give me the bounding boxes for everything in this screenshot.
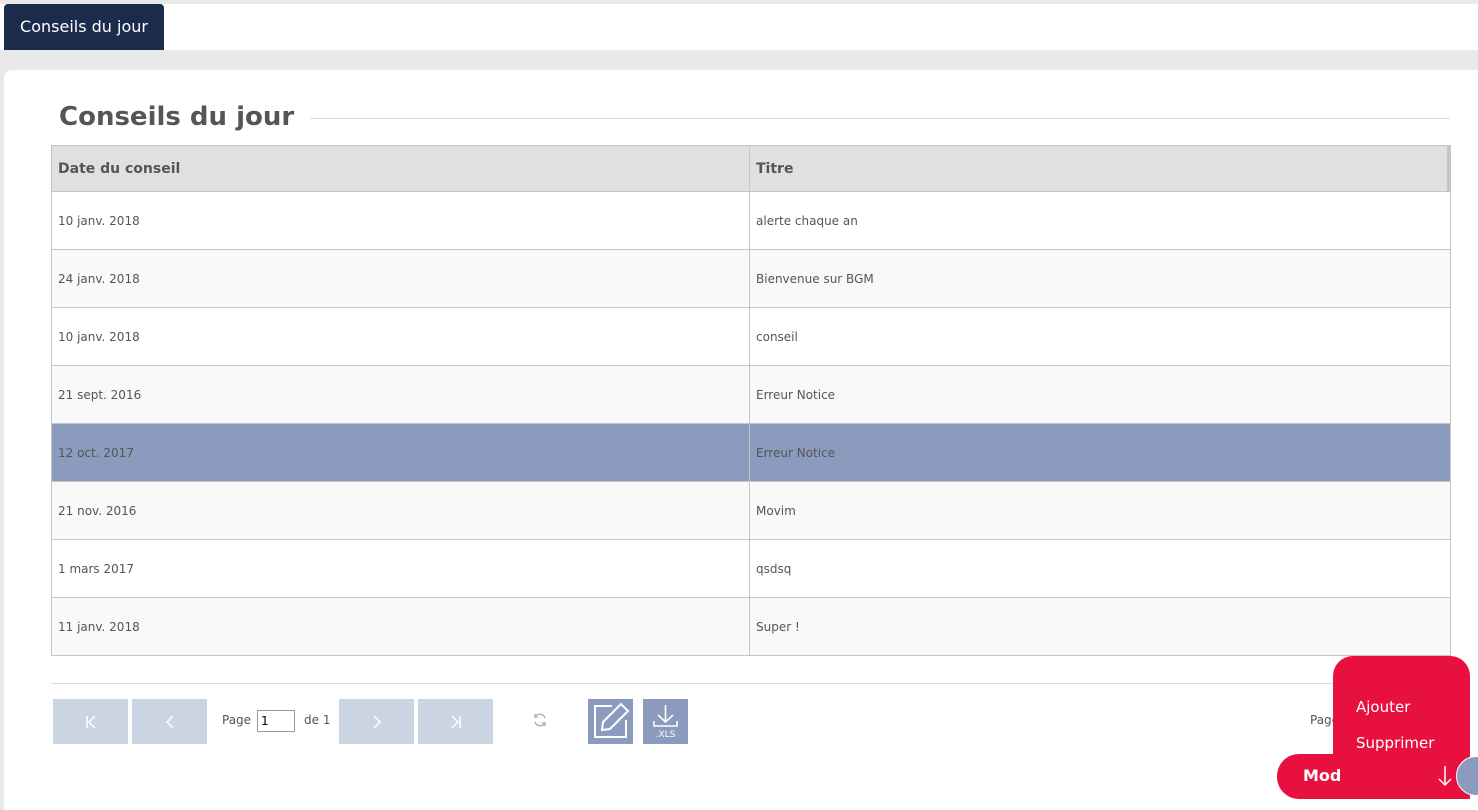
edit-icon bbox=[594, 702, 630, 738]
next-page-icon bbox=[372, 715, 381, 729]
table-row[interactable]: 12 oct. 2017 Erreur Notice bbox=[52, 424, 1450, 482]
cell-title: alerte chaque an bbox=[756, 214, 858, 228]
cell-date: 11 janv. 2018 bbox=[52, 598, 750, 655]
cell-title: Super ! bbox=[756, 620, 800, 634]
page-title: Conseils du jour bbox=[59, 100, 311, 134]
data-grid: Date du conseil Titre 10 janv. 2018 alert… bbox=[51, 145, 1451, 656]
cell-title: Movim bbox=[756, 504, 796, 518]
first-page-icon bbox=[85, 715, 96, 729]
cell-date: 21 sept. 2016 bbox=[52, 366, 750, 423]
cell-date: 24 janv. 2018 bbox=[52, 250, 750, 307]
prev-page-icon bbox=[165, 715, 174, 729]
table-row[interactable]: 21 nov. 2016 Movim bbox=[52, 482, 1450, 540]
table-row[interactable]: 10 janv. 2018 alerte chaque an bbox=[52, 192, 1450, 250]
grid-body: 10 janv. 2018 alerte chaque an 24 janv. 20… bbox=[52, 192, 1450, 656]
page-number-input[interactable] bbox=[257, 710, 295, 732]
previous-page-button[interactable] bbox=[132, 699, 207, 744]
refresh-button[interactable] bbox=[532, 712, 548, 732]
table-row[interactable]: 11 janv. 2018 Super ! bbox=[52, 598, 1450, 656]
table-row[interactable]: 10 janv. 2018 conseil bbox=[52, 308, 1450, 366]
column-header-title[interactable]: Titre bbox=[750, 146, 1450, 191]
last-page-icon bbox=[450, 715, 461, 729]
page-label: Page bbox=[222, 713, 252, 727]
cell-title: Erreur Notice bbox=[756, 446, 836, 460]
modify-fab-button[interactable]: Mod bbox=[1277, 754, 1470, 799]
next-page-button[interactable] bbox=[339, 699, 414, 744]
export-xls-button[interactable]: .XLS bbox=[643, 699, 688, 744]
cell-title: Bienvenue sur BGM bbox=[756, 272, 874, 286]
menu-item-ajouter[interactable]: Ajouter bbox=[1356, 698, 1410, 716]
title-row: Conseils du jour bbox=[59, 100, 1450, 134]
cell-date: 10 janv. 2018 bbox=[52, 308, 750, 365]
first-page-button[interactable] bbox=[53, 699, 128, 744]
cell-title: Erreur Notice bbox=[756, 388, 836, 402]
refresh-icon bbox=[534, 713, 546, 727]
xls-label: .XLS bbox=[655, 730, 676, 740]
cell-date: 12 oct. 2017 bbox=[52, 424, 750, 481]
menu-item-supprimer[interactable]: Supprimer bbox=[1356, 734, 1434, 752]
table-row[interactable]: 24 janv. 2018 Bienvenue sur BGM bbox=[52, 250, 1450, 308]
cell-date: 1 mars 2017 bbox=[52, 540, 750, 597]
main-panel: Conseils du jour Date du conseil Titre 1… bbox=[4, 70, 1478, 810]
top-tab-bar: Conseils du jour bbox=[0, 4, 1478, 50]
cell-title: qsdsq bbox=[756, 562, 792, 576]
table-row[interactable]: 1 mars 2017 qsdsq bbox=[52, 540, 1450, 598]
arrow-down-icon bbox=[1438, 766, 1452, 787]
cell-date: 10 janv. 2018 bbox=[52, 192, 750, 249]
column-header-date[interactable]: Date du conseil bbox=[52, 146, 750, 191]
edit-button[interactable] bbox=[588, 699, 633, 744]
fab-label: Mod bbox=[1303, 766, 1342, 785]
last-page-button[interactable] bbox=[418, 699, 493, 744]
table-row[interactable]: 21 sept. 2016 Erreur Notice bbox=[52, 366, 1450, 424]
grid-header: Date du conseil Titre bbox=[52, 146, 1450, 192]
pager-divider bbox=[51, 683, 1451, 684]
title-divider bbox=[282, 118, 1450, 119]
tab-conseils-du-jour[interactable]: Conseils du jour bbox=[4, 4, 164, 50]
page-count-label: de 1 bbox=[304, 713, 331, 727]
cell-date: 21 nov. 2016 bbox=[52, 482, 750, 539]
cell-title: conseil bbox=[756, 330, 798, 344]
